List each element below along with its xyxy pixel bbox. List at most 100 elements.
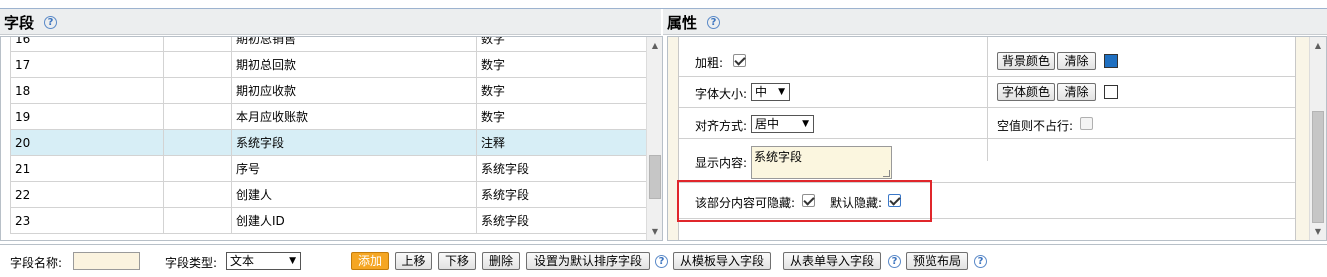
bg-color-button[interactable]: 背景颜色 bbox=[997, 52, 1055, 70]
prop-row-font-size: 字体大小: 中 ▼ 字体颜色 清除 bbox=[679, 77, 1295, 108]
preview-layout-button[interactable]: 预览布局 bbox=[906, 252, 968, 270]
row-index: 19 bbox=[10, 103, 164, 130]
import-from-form-button[interactable]: 从表单导入字段 bbox=[783, 252, 881, 270]
font-size-value: 中 bbox=[755, 85, 768, 99]
fields-title: 字段 bbox=[4, 14, 35, 32]
align-label: 对齐方式: bbox=[695, 119, 748, 133]
fields-header: 字段 ? bbox=[0, 9, 661, 35]
row-index: 23 bbox=[10, 207, 164, 234]
table-row[interactable]: 20 系统字段 注释 bbox=[10, 129, 647, 156]
row-field-name: 本月应收账款 bbox=[231, 103, 477, 130]
scroll-thumb[interactable] bbox=[1312, 111, 1324, 223]
table-row[interactable]: 16 期初总销售 数字 bbox=[10, 37, 647, 52]
table-row[interactable]: 22 创建人 系统字段 bbox=[10, 181, 647, 208]
table-row[interactable]: 19 本月应收账款 数字 bbox=[10, 103, 647, 130]
row-field-type: 数字 bbox=[476, 37, 647, 52]
row-index: 17 bbox=[10, 51, 164, 78]
clear-bg-color-button[interactable]: 清除 bbox=[1057, 52, 1096, 70]
row-blank-cell bbox=[163, 51, 232, 78]
scroll-down-arrow-icon[interactable]: ▼ bbox=[647, 225, 662, 239]
row-index: 18 bbox=[10, 77, 164, 104]
field-table: 16 期初总销售 数字 17 期初总回款 数字 18 期初应收款 数字 19 本月应收账款 数字 20 系… bbox=[10, 37, 647, 234]
move-up-button[interactable]: 上移 bbox=[395, 252, 432, 270]
prop-row-bold: 加粗: 背景颜色 清除 bbox=[679, 45, 1295, 77]
align-value: 居中 bbox=[755, 117, 780, 131]
row-field-name: 期初总回款 bbox=[231, 51, 477, 78]
row-field-type: 注释 bbox=[476, 129, 647, 156]
table-row[interactable]: 18 期初应收款 数字 bbox=[10, 77, 647, 104]
chevron-down-icon: ▼ bbox=[778, 87, 785, 97]
chevron-down-icon: ▼ bbox=[802, 119, 809, 129]
row-field-name: 期初应收款 bbox=[231, 77, 477, 104]
row-blank-cell bbox=[163, 155, 232, 182]
font-color-swatch[interactable] bbox=[1104, 85, 1118, 99]
row-field-name: 期初总销售 bbox=[231, 37, 477, 52]
bold-checkbox[interactable] bbox=[733, 54, 746, 67]
hide-empty-checkbox[interactable] bbox=[1080, 117, 1093, 130]
clear-font-color-button[interactable]: 清除 bbox=[1057, 83, 1096, 101]
bold-label: 加粗: bbox=[695, 56, 724, 70]
row-field-type: 数字 bbox=[476, 51, 647, 78]
font-size-label: 字体大小: bbox=[695, 87, 748, 101]
row-field-type: 系统字段 bbox=[476, 155, 647, 182]
field-name-label: 字段名称: bbox=[10, 256, 63, 270]
table-row[interactable]: 17 期初总回款 数字 bbox=[10, 51, 647, 78]
row-blank-cell bbox=[163, 181, 232, 208]
row-index: 21 bbox=[10, 155, 164, 182]
table-row[interactable]: 23 创建人ID 系统字段 bbox=[10, 207, 647, 234]
help-icon[interactable]: ? bbox=[707, 16, 720, 29]
field-type-select[interactable]: 文本 ▼ bbox=[226, 252, 301, 270]
field-type-label: 字段类型: bbox=[165, 256, 218, 270]
align-select[interactable]: 居中 ▼ bbox=[751, 115, 814, 133]
content-textarea[interactable]: 系统字段 bbox=[751, 146, 892, 179]
row-field-name: 创建人 bbox=[231, 181, 477, 208]
row-index: 20 bbox=[10, 129, 164, 156]
highlight-box bbox=[677, 180, 932, 222]
top-border bbox=[0, 0, 1327, 9]
row-blank-cell bbox=[163, 77, 232, 104]
resize-grip-icon[interactable] bbox=[883, 170, 890, 177]
field-list-panel: 16 期初总销售 数字 17 期初总回款 数字 18 期初应收款 数字 19 本月应收账款 数字 20 系… bbox=[0, 36, 663, 241]
row-field-type: 数字 bbox=[476, 103, 647, 130]
move-down-button[interactable]: 下移 bbox=[438, 252, 476, 270]
row-field-name: 系统字段 bbox=[231, 129, 477, 156]
scroll-up-arrow-icon[interactable]: ▲ bbox=[1310, 39, 1326, 53]
props-header: 属性 ? bbox=[663, 9, 1327, 35]
table-row[interactable]: 21 序号 系统字段 bbox=[10, 155, 647, 182]
row-field-type: 数字 bbox=[476, 77, 647, 104]
help-icon[interactable]: ? bbox=[655, 255, 668, 268]
help-icon[interactable]: ? bbox=[888, 255, 901, 268]
row-field-type: 系统字段 bbox=[476, 181, 647, 208]
content-value: 系统字段 bbox=[754, 150, 803, 164]
delete-button[interactable]: 删除 bbox=[482, 252, 520, 270]
chevron-down-icon: ▼ bbox=[289, 256, 296, 266]
add-button[interactable]: 添加 bbox=[351, 252, 389, 270]
scroll-up-arrow-icon[interactable]: ▲ bbox=[647, 39, 662, 53]
help-icon[interactable]: ? bbox=[44, 16, 57, 29]
field-name-input[interactable] bbox=[73, 252, 140, 270]
bg-color-swatch[interactable] bbox=[1104, 54, 1118, 68]
prop-row-content: 显示内容: 系统字段 bbox=[679, 139, 1295, 183]
import-from-template-button[interactable]: 从模板导入字段 bbox=[673, 252, 771, 270]
row-blank-cell bbox=[163, 207, 232, 234]
row-field-name: 序号 bbox=[231, 155, 477, 182]
help-icon[interactable]: ? bbox=[974, 255, 987, 268]
row-index: 22 bbox=[10, 181, 164, 208]
row-blank-cell bbox=[163, 103, 232, 130]
field-list-scrollbar[interactable]: ▲ ▼ bbox=[646, 37, 662, 240]
row-index: 16 bbox=[10, 37, 164, 52]
font-size-select[interactable]: 中 ▼ bbox=[751, 83, 790, 101]
prop-row-align: 对齐方式: 居中 ▼ 空值则不占行: bbox=[679, 108, 1295, 139]
scroll-thumb[interactable] bbox=[649, 155, 661, 199]
props-title: 属性 bbox=[667, 14, 698, 32]
row-field-name: 创建人ID bbox=[231, 207, 477, 234]
row-field-type: 系统字段 bbox=[476, 207, 647, 234]
row-blank-cell bbox=[163, 129, 232, 156]
bottom-toolbar: 字段名称: 字段类型: 文本 ▼ 添加 上移 下移 删除 设置为默认排序字段 ?… bbox=[0, 244, 1327, 277]
field-type-value: 文本 bbox=[230, 254, 255, 268]
scroll-down-arrow-icon[interactable]: ▼ bbox=[1310, 225, 1326, 239]
set-default-sort-button[interactable]: 设置为默认排序字段 bbox=[526, 252, 650, 270]
font-color-button[interactable]: 字体颜色 bbox=[997, 83, 1055, 101]
content-label: 显示内容: bbox=[695, 156, 748, 170]
properties-scrollbar[interactable]: ▲ ▼ bbox=[1309, 37, 1326, 240]
